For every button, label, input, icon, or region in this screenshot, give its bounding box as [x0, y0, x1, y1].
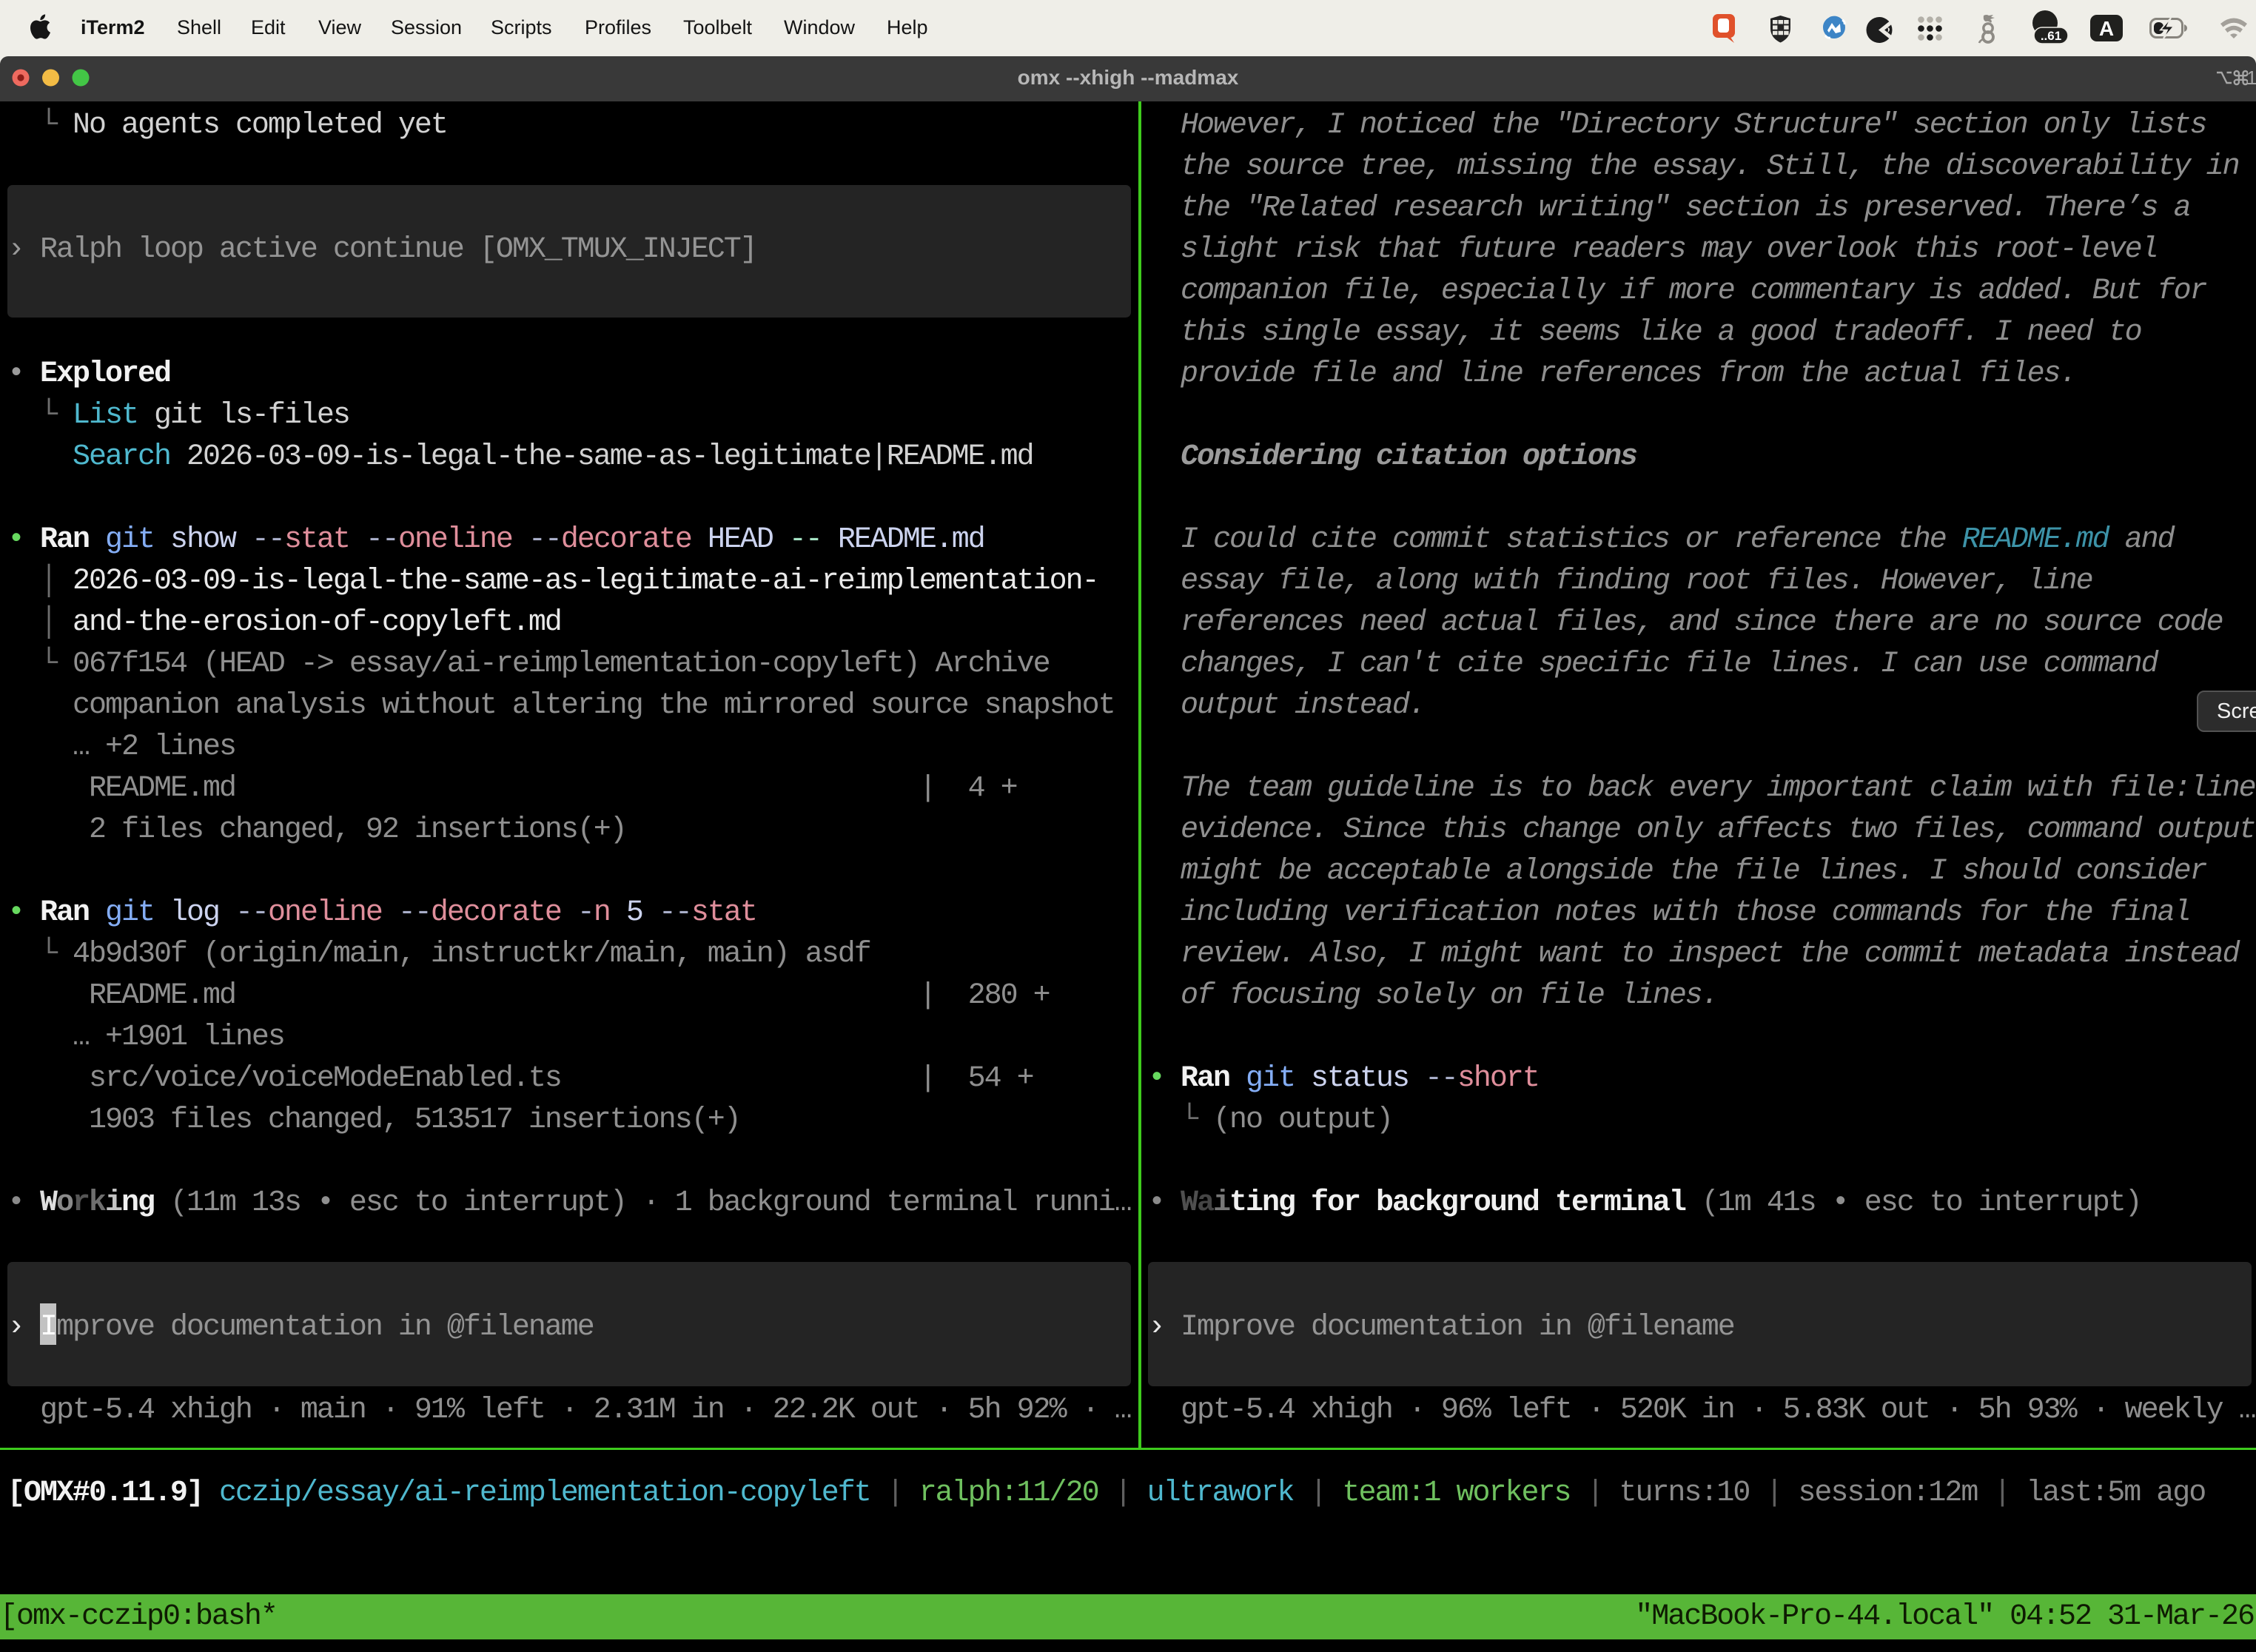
svg-text:..61: ..61	[2041, 29, 2061, 43]
svg-text:A: A	[2099, 17, 2114, 40]
